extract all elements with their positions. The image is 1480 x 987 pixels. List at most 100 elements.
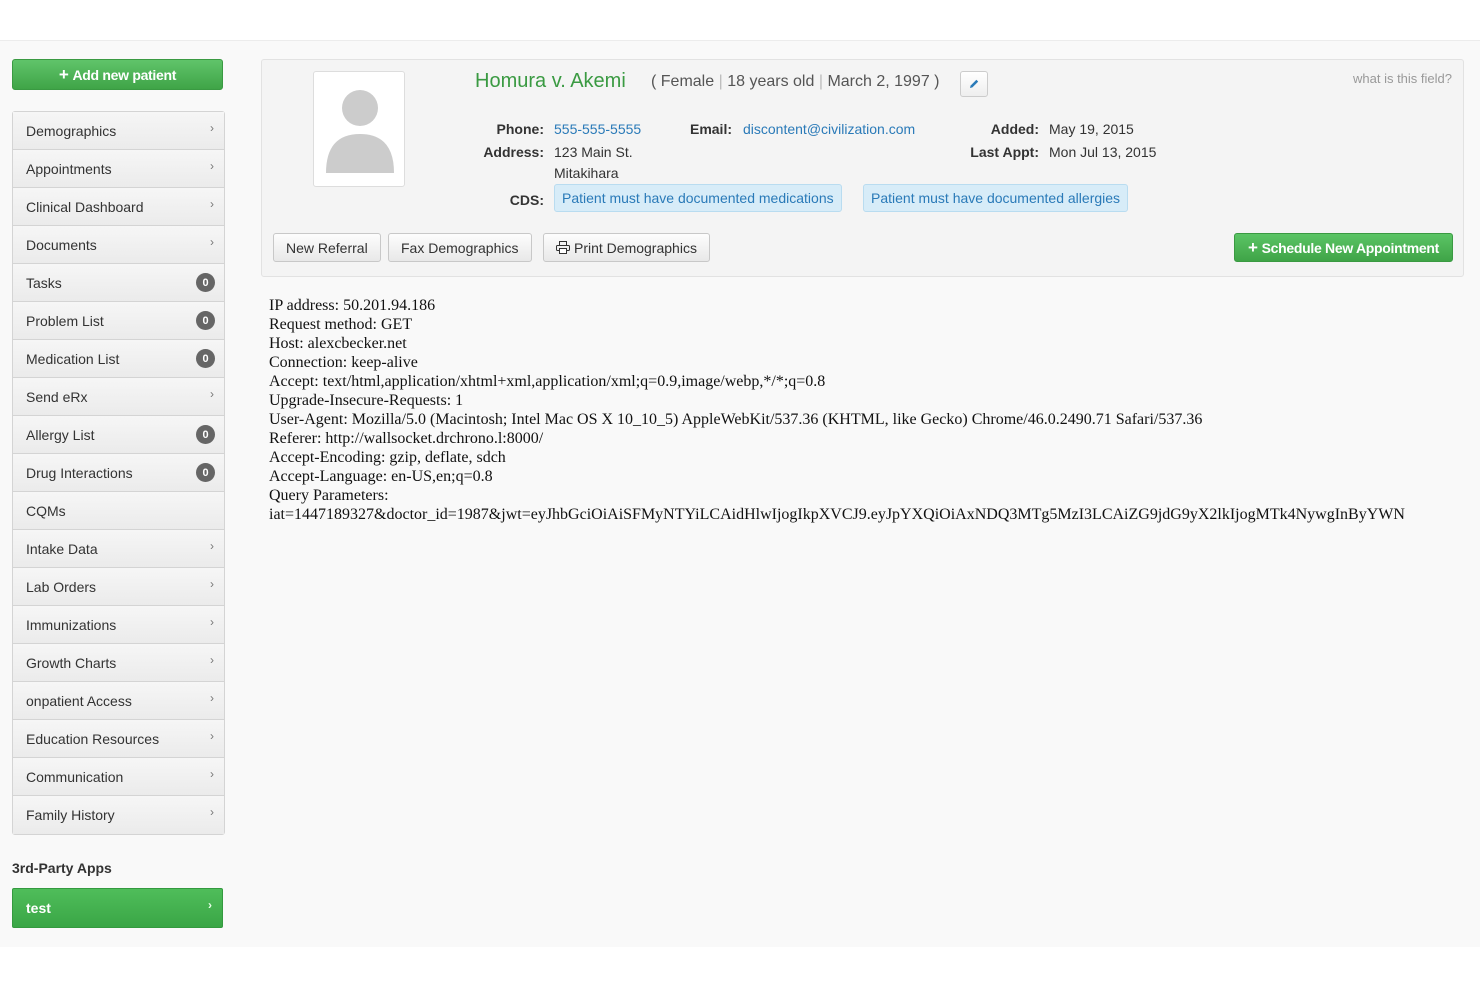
request-info-line: Host: alexcbecker.net [269,335,407,352]
sidebar-item-documents[interactable]: Documents › [13,226,224,264]
address-line1: 123 Main St. [554,144,633,160]
chevron-right-icon: › [210,729,214,743]
address-line2: Mitakihara [554,165,619,181]
count-badge: 0 [196,349,215,368]
count-badge: 0 [196,463,215,482]
sidebar-item-allergy-list[interactable]: Allergy List 0 [13,416,224,454]
email-link[interactable]: discontent@civilization.com [743,121,915,137]
pencil-icon [970,79,979,88]
request-info-block: IP address: 50.201.94.186 Request method:… [269,296,1464,524]
request-info-line: Connection: keep-alive [269,354,418,371]
sidebar-item-demographics[interactable]: Demographics › [13,112,224,150]
sidebar-item-label: Education Resources [26,730,160,747]
sidebar-item-label: onpatient Access [26,692,132,709]
close-paren: ) [934,73,940,90]
sidebar-item-growth-charts[interactable]: Growth Charts › [13,644,224,682]
chevron-right-icon: › [210,121,214,135]
sidebar-item-tasks[interactable]: Tasks 0 [13,264,224,302]
print-demographics-button[interactable]: Print Demographics [543,233,710,262]
phone-link[interactable]: 555-555-5555 [554,121,641,137]
chevron-right-icon: › [210,197,214,211]
sidebar-item-label: CQMs [26,502,66,519]
new-referral-label: New Referral [286,239,368,256]
last-appt-label: Last Appt: [970,144,1039,160]
chevron-right-icon: › [210,235,214,249]
sidebar-item-label: test [26,900,51,916]
sidebar-item-family-history[interactable]: Family History › [13,796,224,834]
sidebar-item-label: Demographics [26,122,117,139]
chevron-right-icon: › [208,898,212,912]
sidebar-item-label: Family History [26,807,115,823]
request-info-line: Accept-Encoding: gzip, deflate, sdch [269,449,506,466]
sidebar-item-clinical-dashboard[interactable]: Clinical Dashboard › [13,188,224,226]
request-info-line: IP address: 50.201.94.186 [269,297,436,314]
sidebar-item-immunizations[interactable]: Immunizations › [13,606,224,644]
count-badge: 0 [196,273,215,292]
what-is-this-field-link[interactable]: what is this field? [1353,71,1452,86]
patient-photo[interactable] [313,71,405,187]
sidebar-item-cqms[interactable]: CQMs [13,492,224,530]
patient-nav-menu: Demographics › Appointments › Clinical Dashb… [12,111,225,835]
chevron-right-icon: › [210,805,214,819]
sidebar-item-label: Communication [26,768,124,785]
sidebar-item-problem-list[interactable]: Problem List 0 [13,302,224,340]
separator: | [718,73,723,90]
sidebar-item-drug-interactions[interactable]: Drug Interactions 0 [13,454,224,492]
patient-dob: March 2, 1997 [827,73,930,90]
sidebar-item-appointments[interactable]: Appointments › [13,150,224,188]
phone-label: Phone: [496,121,544,137]
schedule-new-appointment-label: Schedule New Appointment [1261,239,1440,256]
patient-name: Homura v. Akemi [475,70,626,92]
patient-age: 18 years old [727,73,815,90]
request-info-line: User-Agent: Mozilla/5.0 (Macintosh; Inte… [269,411,1203,428]
request-info-line: Accept-Language: en-US,en;q=0.8 [269,468,493,485]
last-appt-date: Mon Jul 13, 2015 [1049,144,1157,160]
sidebar-item-lab-orders[interactable]: Lab Orders › [13,568,224,606]
request-info-line: Request method: GET [269,316,413,333]
plus-icon: + [58,65,69,84]
chevron-right-icon: › [210,159,214,173]
chevron-right-icon: › [210,653,214,667]
chevron-right-icon: › [210,577,214,591]
sidebar-item-label: Clinical Dashboard [26,198,144,215]
cds-label: CDS: [509,192,544,208]
sidebar-item-label: Intake Data [26,540,98,557]
address-label: Address: [483,144,544,160]
sidebar-item-label: Problem List [26,312,104,329]
sidebar-item-label: Send eRx [26,388,88,405]
request-info-line: Query Parameters: [269,487,389,504]
add-new-patient-label: Add new patient [72,66,177,83]
request-info-line: Accept: text/html,application/xhtml+xml,… [269,373,826,390]
sidebar-item-label: Documents [26,236,97,253]
add-new-patient-button[interactable]: + Add new patient [12,59,223,90]
chevron-right-icon: › [210,387,214,401]
chevron-right-icon: › [210,615,214,629]
top-bar [0,0,1480,41]
sidebar-item-label: Tasks [26,274,62,291]
sidebar-item-medication-list[interactable]: Medication List 0 [13,340,224,378]
edit-patient-button[interactable] [960,71,988,97]
sidebar-item-communication[interactable]: Communication › [13,758,224,796]
sidebar-item-label: Growth Charts [26,654,117,671]
sidebar-item-label: Appointments [26,160,112,177]
chevron-right-icon: › [210,767,214,781]
sidebar-item-intake-data[interactable]: Intake Data › [13,530,224,568]
sidebar-item-label: Drug Interactions [26,464,133,481]
plus-icon: + [1247,238,1258,257]
count-badge: 0 [196,425,215,444]
sidebar-item-send-erx[interactable]: Send eRx › [13,378,224,416]
sidebar-item-label: Immunizations [26,616,117,633]
new-referral-button[interactable]: New Referral [273,233,381,262]
cds-alert-medications[interactable]: Patient must have documented medications [554,184,842,212]
sidebar-item-onpatient-access[interactable]: onpatient Access › [13,682,224,720]
schedule-new-appointment-button[interactable]: + Schedule New Appointment [1233,233,1453,262]
fax-demographics-button[interactable]: Fax Demographics [388,233,532,262]
cds-alert-allergies[interactable]: Patient must have documented allergies [863,184,1129,212]
request-info-line: Upgrade-Insecure-Requests: 1 [269,392,464,409]
sidebar-item-label: Medication List [26,350,120,367]
separator: | [818,73,823,90]
sidebar-item-education-resources[interactable]: Education Resources › [13,720,224,758]
printer-icon [556,241,570,254]
sidebar-item-test[interactable]: test › [12,888,223,928]
third-party-apps-heading: 3rd-Party Apps [12,860,112,876]
